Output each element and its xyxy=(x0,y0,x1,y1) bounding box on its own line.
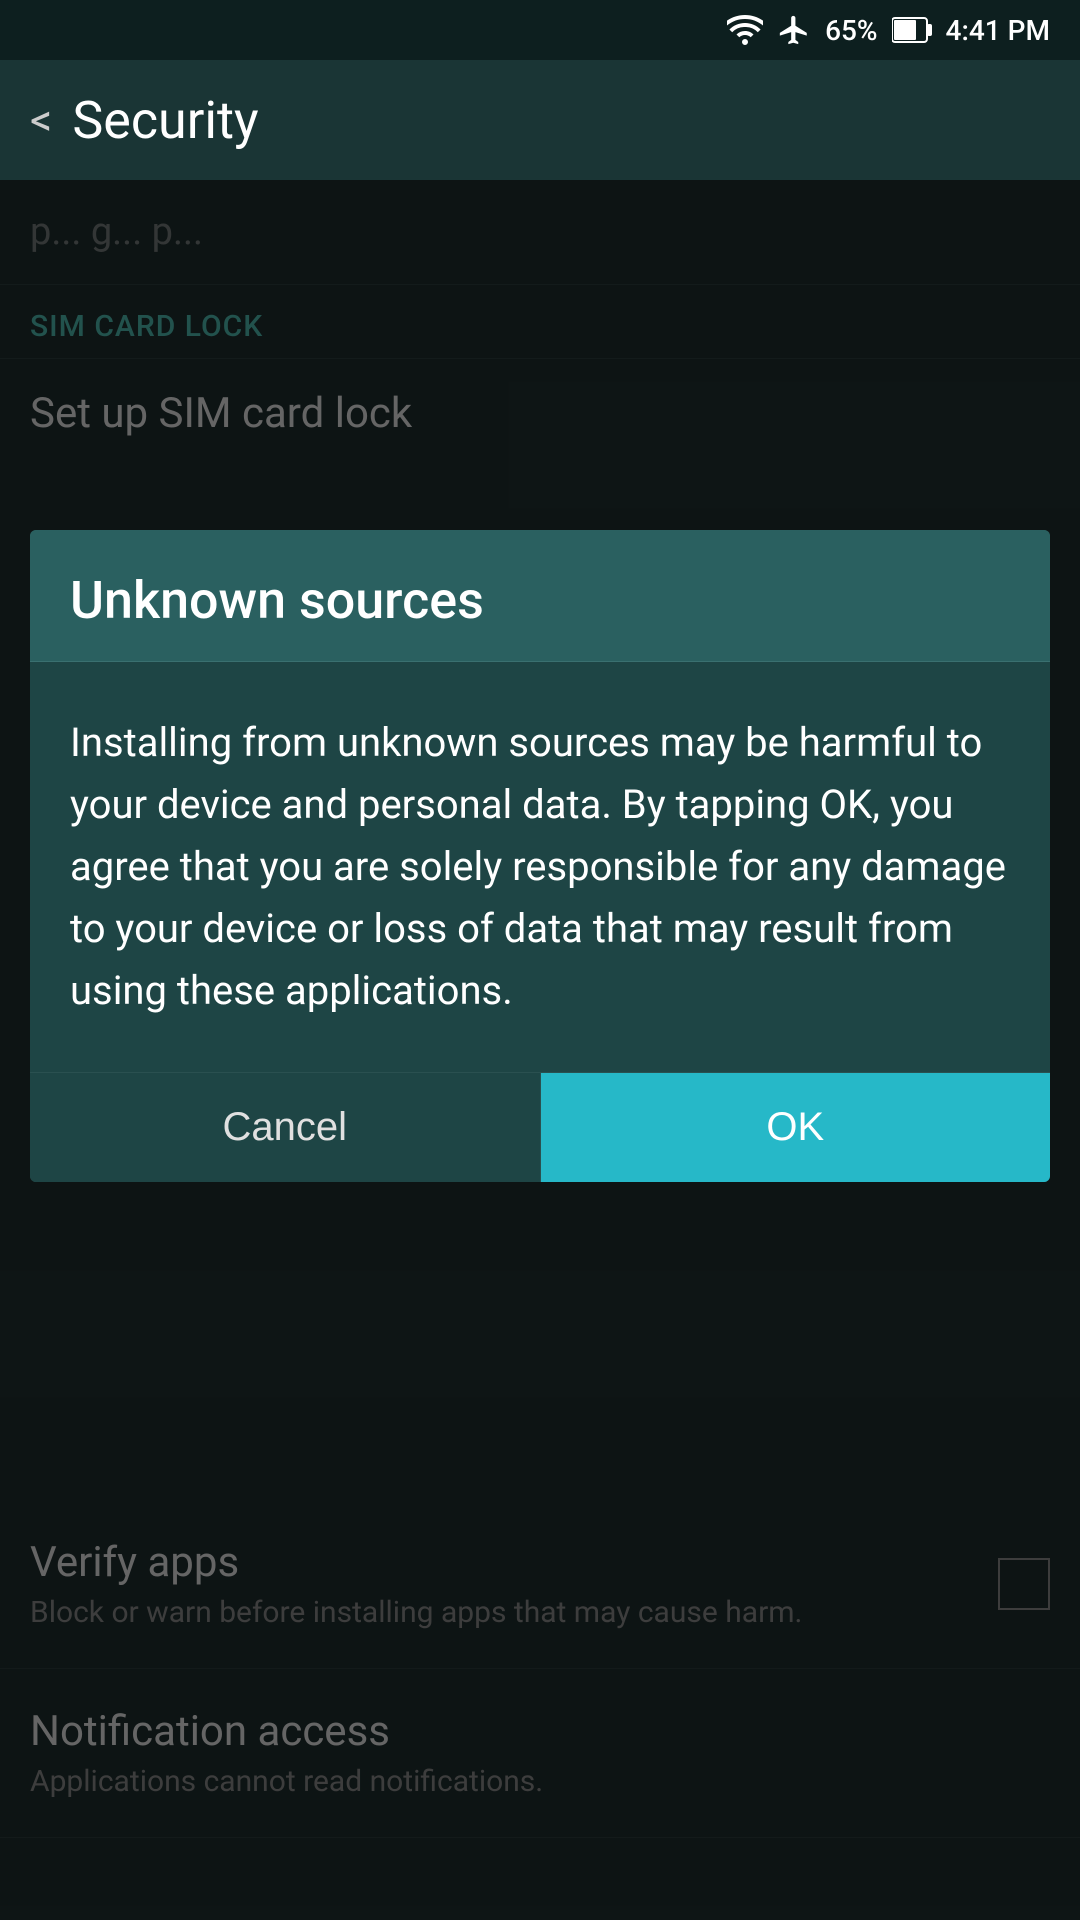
page-title: Security xyxy=(72,90,258,151)
status-bar: 65% 4:41 PM xyxy=(0,0,1080,60)
clock: 4:41 PM xyxy=(946,14,1050,47)
cancel-button[interactable]: Cancel xyxy=(30,1073,541,1182)
airplane-icon xyxy=(777,13,811,47)
battery-percent: 65% xyxy=(825,14,877,47)
battery-icon xyxy=(892,16,932,44)
dialog-body: Installing from unknown sources may be h… xyxy=(30,662,1050,1072)
back-button[interactable]: < xyxy=(30,94,52,146)
unknown-sources-dialog: Unknown sources Installing from unknown … xyxy=(30,530,1050,1182)
wifi-icon xyxy=(727,15,763,45)
dialog-actions: Cancel OK xyxy=(30,1072,1050,1182)
ok-button[interactable]: OK xyxy=(541,1073,1051,1182)
dialog-message: Installing from unknown sources may be h… xyxy=(70,712,1010,1022)
status-icons: 65% 4:41 PM xyxy=(727,13,1050,47)
dialog-title-bar: Unknown sources xyxy=(30,530,1050,662)
dialog-title: Unknown sources xyxy=(70,570,1010,631)
header: < Security xyxy=(0,60,1080,180)
